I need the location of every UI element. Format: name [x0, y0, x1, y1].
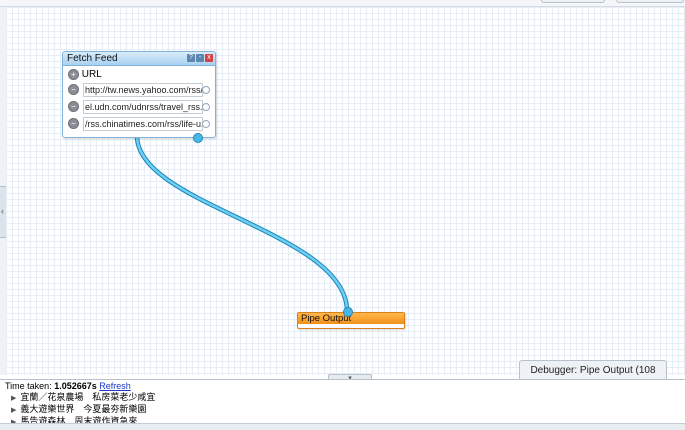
remove-url-icon[interactable]: −	[68, 83, 79, 95]
list-item[interactable]: ▶ 義大遊樂世界 今夏最夯新樂園	[11, 404, 146, 416]
expand-arrow-icon[interactable]: ▶	[11, 407, 16, 414]
url-terminal[interactable]	[202, 86, 210, 94]
url-terminal[interactable]	[202, 120, 210, 128]
remove-url-icon[interactable]: −	[68, 117, 79, 129]
url-label: URL	[81, 69, 102, 80]
module-title: Fetch Feed	[67, 53, 118, 64]
minimize-icon[interactable]: -	[196, 54, 204, 62]
close-icon[interactable]: x	[205, 54, 213, 62]
output-terminal[interactable]	[193, 133, 203, 143]
url-terminal[interactable]	[202, 103, 210, 111]
add-url-icon[interactable]: +	[68, 68, 79, 80]
fetch-feed-module[interactable]: Fetch Feed ? - x + URL − http://tw.news.…	[62, 51, 216, 143]
url-input[interactable]: /rss.chinatimes.com/rss/life-u.rss	[83, 117, 203, 131]
expand-arrow-icon[interactable]: ▶	[11, 395, 16, 402]
refresh-link[interactable]: Refresh	[99, 381, 131, 391]
item-title: 宜蘭／花泉農場 私房菜老少咸宜	[20, 392, 156, 402]
input-terminal[interactable]	[343, 307, 353, 317]
url-input[interactable]: http://tw.news.yahoo.com/rss/travel	[83, 83, 203, 97]
time-taken-line: Time taken: 1.052667s Refresh	[5, 381, 131, 392]
item-title: 義大遊樂世界 今夏最夯新樂園	[20, 404, 147, 414]
url-label-row: + URL	[68, 68, 102, 81]
list-item[interactable]: ▶ 宜蘭／花泉農場 私房菜老少咸宜	[11, 392, 155, 404]
url-input[interactable]: el.udn.com/udnrss/travel_rss.xml	[83, 100, 203, 114]
time-taken-value: 1.052667s	[54, 381, 97, 391]
time-taken-label: Time taken:	[5, 381, 52, 391]
help-icon[interactable]: ?	[187, 54, 195, 62]
remove-url-icon[interactable]: −	[68, 100, 79, 112]
debugger-tab[interactable]: Debugger: Pipe Output (108 items)	[519, 360, 667, 395]
module-title-bar[interactable]: Fetch Feed ? - x	[63, 52, 215, 66]
